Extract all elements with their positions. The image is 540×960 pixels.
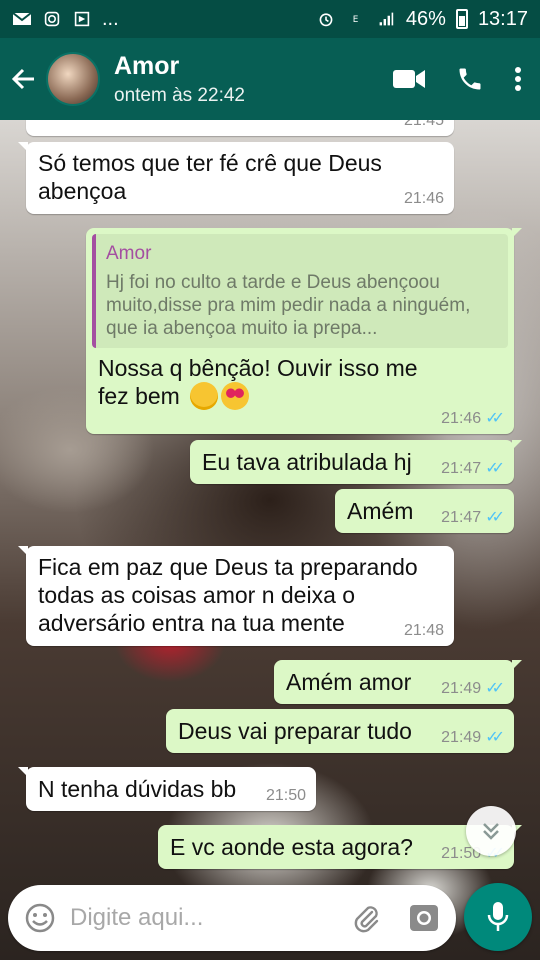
message-incoming[interactable]: N tenha dúvidas bb 21:50 xyxy=(18,767,316,811)
instagram-icon xyxy=(44,11,60,27)
message-outgoing[interactable]: Amém amor 21:49 ✓✓ xyxy=(274,660,522,704)
message-text: Nossa q bênção! Ouvir isso me fez bem xyxy=(98,355,418,409)
message-text: N tenha dúvidas bb xyxy=(38,776,237,802)
double-chevron-down-icon xyxy=(483,823,499,840)
quoted-message[interactable]: Amor Hj foi no culto a tarde e Deus aben… xyxy=(92,234,508,348)
message-input[interactable] xyxy=(70,904,320,932)
message-time: 21:49 xyxy=(441,729,482,746)
read-ticks-icon: ✓✓ xyxy=(485,460,505,477)
message-time: 21:48 xyxy=(403,622,444,639)
attach-icon[interactable] xyxy=(350,902,382,934)
arrow-left-icon xyxy=(11,68,34,90)
alarm-icon xyxy=(319,13,333,27)
last-seen: ontem às 22:42 xyxy=(114,84,245,106)
read-ticks-icon: ✓✓ xyxy=(485,729,505,746)
emoji-icon[interactable] xyxy=(24,902,56,934)
heart-eyes-emoji xyxy=(221,382,250,410)
status-bar: ... E 46% 13:17 xyxy=(0,0,540,38)
contact-info[interactable]: Amor ontem às 22:42 xyxy=(114,52,245,107)
message-time: 21:50 xyxy=(265,787,306,804)
read-ticks-icon: ✓✓ xyxy=(485,680,505,697)
back-button[interactable] xyxy=(4,59,44,99)
quote-author: Amor xyxy=(106,243,152,264)
app-icon xyxy=(74,11,90,27)
message-outgoing[interactable]: Amém 21:47 ✓✓ xyxy=(335,489,514,533)
avatar[interactable] xyxy=(46,52,100,106)
message-time: 21:46 xyxy=(441,410,482,427)
mic-button[interactable] xyxy=(464,883,532,951)
contact-name: Amor xyxy=(114,51,180,80)
message-text: Fica em paz que Deus ta preparando todas… xyxy=(38,554,418,636)
message-incoming[interactable]: Só temos que ter fé crê que Deus abençoa… xyxy=(18,142,454,214)
signal-icon xyxy=(379,12,394,26)
message-outgoing[interactable]: Deus vai preparar tudo 21:49 ✓✓ xyxy=(166,709,514,753)
quote-text: Hj foi no culto a tarde e Deus abençoou … xyxy=(106,272,471,339)
phone-icon[interactable] xyxy=(456,65,484,93)
message-text: Só temos que ter fé crê que Deus abençoa xyxy=(38,150,382,204)
read-ticks-icon: ✓✓ xyxy=(485,410,505,427)
mail-icon xyxy=(12,12,32,25)
chat-header-front: Amor ontem às 22:42 xyxy=(0,38,540,120)
camera-icon[interactable] xyxy=(408,903,440,933)
message-time: 21:46 xyxy=(403,190,444,207)
message-outgoing[interactable]: E vc aonde esta agora? 21:50✓✓ xyxy=(158,825,522,869)
more-notifications: ... xyxy=(102,7,119,30)
svg-text:E: E xyxy=(353,15,359,25)
relieved-face-emoji xyxy=(190,382,219,410)
message-incoming[interactable]: Fica em paz que Deus ta preparando todas… xyxy=(18,546,454,646)
message-outgoing[interactable]: Eu tava atribulada hj 21:47 ✓✓ xyxy=(190,440,522,484)
video-call-icon[interactable] xyxy=(392,68,426,90)
message-composer xyxy=(8,885,456,951)
clock: 13:17 xyxy=(477,7,528,30)
battery-icon xyxy=(455,9,468,29)
battery-percent: 46% xyxy=(405,7,446,30)
message-outgoing-reply[interactable]: Amor Hj foi no culto a tarde e Deus aben… xyxy=(86,228,522,434)
scroll-to-bottom-button[interactable] xyxy=(466,806,516,856)
message-time: 21:47 xyxy=(441,509,482,526)
data-icon: E xyxy=(353,15,359,25)
message-time: 21:49 xyxy=(441,680,482,697)
read-ticks-icon: ✓✓ xyxy=(485,509,505,526)
microphone-icon xyxy=(487,902,509,931)
message-time: 21:47 xyxy=(441,460,482,477)
menu-icon[interactable] xyxy=(514,66,522,92)
